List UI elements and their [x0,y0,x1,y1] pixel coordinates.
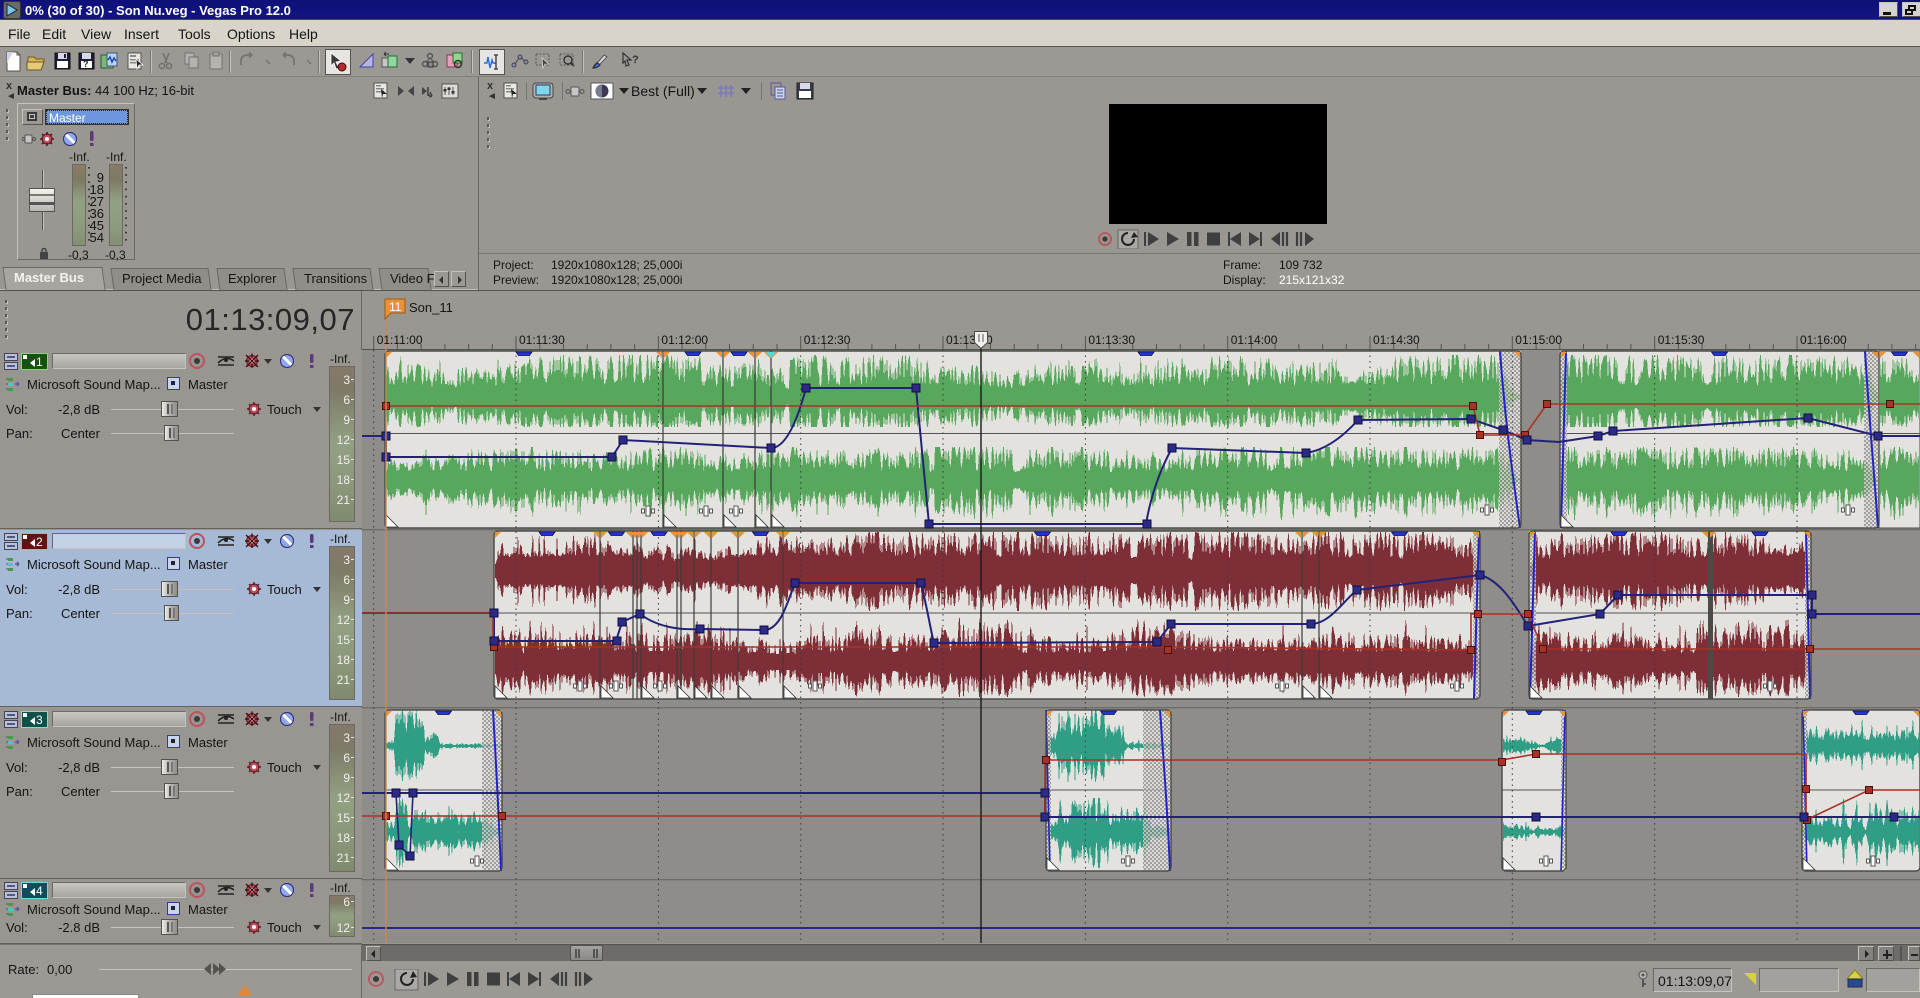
svg-text:01:12:30: 01:12:30 [804,333,851,347]
svg-text:01:12:00: 01:12:00 [661,333,708,347]
svg-text:01:15:00: 01:15:00 [1515,333,1562,347]
svg-text:Son_11: Son_11 [409,300,453,315]
svg-text:01:14:30: 01:14:30 [1373,333,1420,347]
svg-text:11: 11 [389,300,402,314]
svg-text:01:16:00: 01:16:00 [1800,333,1847,347]
svg-text:01:14:00: 01:14:00 [1231,333,1278,347]
svg-text:01:11:00: 01:11:00 [377,333,423,347]
svg-text:01:15:30: 01:15:30 [1658,333,1705,347]
svg-text:01:13:30: 01:13:30 [1088,333,1135,347]
svg-text:01:11:30: 01:11:30 [519,333,565,347]
